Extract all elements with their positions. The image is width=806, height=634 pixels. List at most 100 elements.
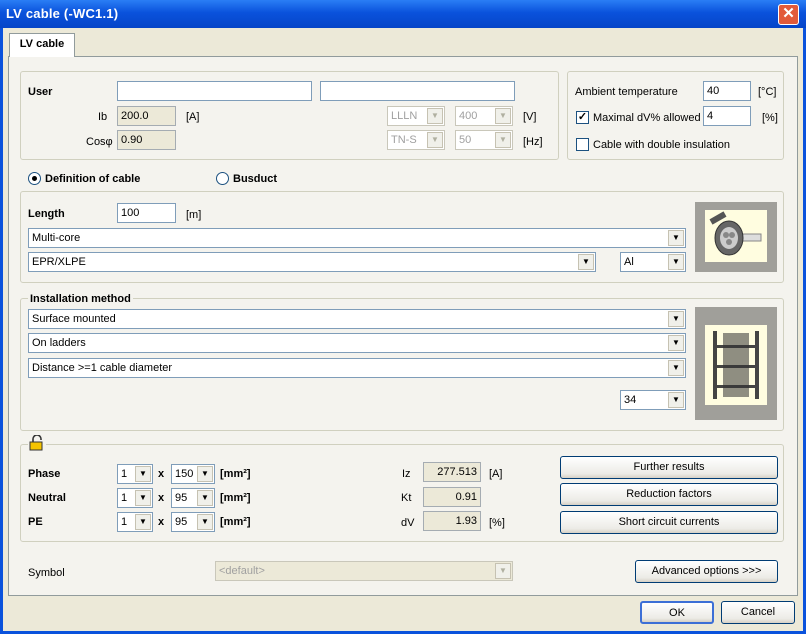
- ib-label: Ib: [98, 111, 108, 123]
- pe-size-select[interactable]: 95 ▼: [171, 512, 215, 532]
- ladder-icon: [705, 325, 767, 405]
- neutral-size-select[interactable]: 95 ▼: [171, 488, 215, 508]
- user-label: User: [28, 86, 53, 98]
- spacing-select[interactable]: Distance >=1 cable diameter ▼: [28, 358, 686, 378]
- busduct-label: Busduct: [233, 173, 277, 185]
- material-select[interactable]: Al ▼: [620, 252, 686, 272]
- pe-label: PE: [28, 516, 43, 528]
- cos-label: Cosφ: [86, 136, 113, 148]
- phase-size-select[interactable]: 150 ▼: [171, 464, 215, 484]
- double-insulation-label: Cable with double insulation: [593, 139, 730, 151]
- chevron-down-icon: ▼: [135, 514, 151, 530]
- lock-icon[interactable]: [28, 434, 46, 451]
- neutral-count-select[interactable]: 1 ▼: [117, 488, 153, 508]
- short-circuit-button[interactable]: Short circuit currents: [560, 511, 778, 534]
- kt-value: 0.91: [423, 487, 481, 507]
- neutral-size: 95: [175, 492, 188, 504]
- phase-unit: [mm²]: [220, 468, 251, 480]
- chevron-down-icon: ▼: [495, 132, 511, 148]
- advanced-options-button[interactable]: Advanced options >>>: [635, 560, 778, 583]
- definition-radio[interactable]: [28, 172, 41, 185]
- method-select[interactable]: Surface mounted ▼: [28, 309, 686, 329]
- phase-label: Phase: [28, 468, 61, 480]
- neutral-count: 1: [121, 492, 128, 504]
- insulation-value: EPR/XLPE: [32, 256, 86, 268]
- spacing-value: Distance >=1 cable diameter: [32, 362, 173, 374]
- insulation-select[interactable]: EPR/XLPE ▼: [28, 252, 596, 272]
- ambient-label: Ambient temperature: [575, 86, 678, 98]
- method-value: Surface mounted: [32, 313, 116, 325]
- user-field-2[interactable]: [320, 81, 515, 101]
- phase-count: 1: [121, 468, 128, 480]
- installation-image: [695, 307, 777, 420]
- support-select[interactable]: On ladders ▼: [28, 333, 686, 353]
- double-insulation-checkbox[interactable]: [576, 138, 589, 151]
- chevron-down-icon: ▼: [668, 311, 684, 327]
- ambient-input[interactable]: 40: [703, 81, 751, 101]
- maxdv-label: Maximal dV% allowed: [593, 112, 701, 124]
- neutral-unit: [mm²]: [220, 492, 251, 504]
- voltage-select: 400 ▼: [455, 106, 513, 126]
- chevron-down-icon: ▼: [427, 132, 443, 148]
- radio-dot: [32, 176, 37, 181]
- chevron-down-icon: ▼: [668, 335, 684, 351]
- cable-icon: [705, 210, 767, 262]
- voltage-value: 400: [459, 110, 478, 122]
- ambient-unit: [°C]: [758, 86, 777, 98]
- ib-unit: [A]: [186, 111, 200, 123]
- symbol-select: <default> ▼: [215, 561, 513, 581]
- neutral-times: x: [158, 492, 165, 504]
- busduct-radio[interactable]: [216, 172, 229, 185]
- reference-select[interactable]: 34 ▼: [620, 390, 686, 410]
- reduction-factors-button[interactable]: Reduction factors: [560, 483, 778, 506]
- chevron-down-icon: ▼: [668, 254, 684, 270]
- cable-image: [695, 202, 777, 272]
- chevron-down-icon: ▼: [197, 514, 213, 530]
- maxdv-checkbox[interactable]: ✓: [576, 111, 589, 124]
- chevron-down-icon: ▼: [197, 466, 213, 482]
- length-input[interactable]: 100: [117, 203, 176, 223]
- chevron-down-icon: ▼: [135, 466, 151, 482]
- window-title: LV cable (-WC1.1): [6, 6, 119, 21]
- chevron-down-icon: ▼: [495, 108, 511, 124]
- material-value: Al: [624, 256, 634, 268]
- lines-value: LLLN: [391, 110, 418, 122]
- pe-count: 1: [121, 516, 128, 528]
- pe-unit: [mm²]: [220, 516, 251, 528]
- iz-unit: [A]: [489, 468, 503, 480]
- tab-lv-cable[interactable]: LV cable: [9, 33, 75, 57]
- chevron-down-icon: ▼: [578, 254, 594, 270]
- voltage-unit: [V]: [523, 111, 537, 123]
- chevron-down-icon: ▼: [495, 563, 511, 579]
- phase-size: 150: [175, 468, 194, 480]
- earthing-value: TN-S: [391, 134, 417, 146]
- core-select[interactable]: Multi-core ▼: [28, 228, 686, 248]
- length-label: Length: [28, 208, 65, 220]
- ok-button[interactable]: OK: [640, 601, 714, 624]
- kt-label: Kt: [401, 492, 412, 504]
- user-field-1[interactable]: [117, 81, 312, 101]
- dv-label: dV: [401, 517, 415, 529]
- length-unit: [m]: [186, 209, 202, 221]
- maxdv-input[interactable]: 4: [703, 106, 751, 126]
- title-bar: LV cable (-WC1.1): [0, 0, 806, 28]
- iz-value: 277.513: [423, 462, 481, 482]
- close-icon: ✕: [782, 5, 795, 22]
- cos-value: 0.90: [117, 130, 176, 150]
- close-button[interactable]: ✕: [778, 4, 799, 25]
- symbol-label: Symbol: [28, 567, 65, 579]
- cancel-button[interactable]: Cancel: [721, 601, 795, 624]
- core-value: Multi-core: [32, 232, 81, 244]
- maxdv-unit: [%]: [762, 112, 778, 124]
- pe-size: 95: [175, 516, 188, 528]
- pe-count-select[interactable]: 1 ▼: [117, 512, 153, 532]
- lines-select: LLLN ▼: [387, 106, 445, 126]
- phase-count-select[interactable]: 1 ▼: [117, 464, 153, 484]
- further-results-button[interactable]: Further results: [560, 456, 778, 479]
- earthing-select: TN-S ▼: [387, 130, 445, 150]
- phase-times: x: [158, 468, 165, 480]
- chevron-down-icon: ▼: [427, 108, 443, 124]
- pe-times: x: [158, 516, 165, 528]
- chevron-down-icon: ▼: [135, 490, 151, 506]
- chevron-down-icon: ▼: [668, 392, 684, 408]
